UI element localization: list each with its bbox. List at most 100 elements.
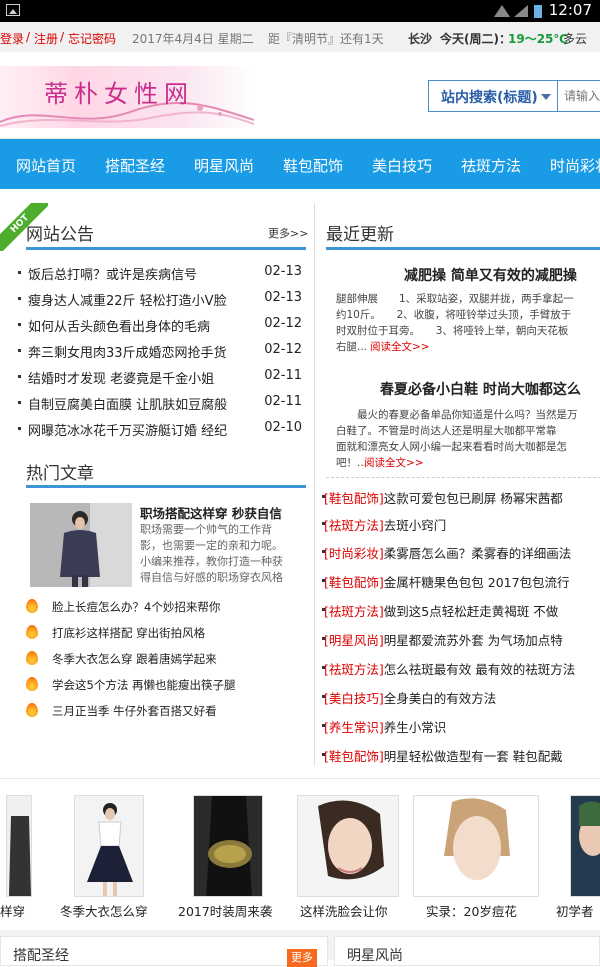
nav-item-celebrity[interactable]: 明星风尚 [194, 155, 254, 176]
latest-list-item[interactable]: [祛斑方法]做到这5点轻松赶走黄褐斑 不做 [322, 601, 600, 620]
gallery-caption[interactable]: 样穿 [0, 901, 25, 920]
latest-list-item[interactable]: [美白技巧]全身美白的有效方法 [322, 688, 600, 707]
notice-item[interactable]: 如何从舌头颜色看出身体的毛病 02-12 [18, 316, 302, 335]
flame-icon [26, 625, 38, 639]
main-nav: 网站首页 搭配圣经 明星风尚 鞋包配饰 美白技巧 祛斑方法 时尚彩妆 [0, 139, 600, 189]
search-type-select[interactable]: 站内搜索(标题) [428, 80, 558, 112]
clock: 12:07 [548, 1, 592, 19]
photo-gallery: 样穿 冬季大衣怎么穿 2017时装周来袭 这样洗脸会让你 实录：20岁痘花 初学… [0, 778, 600, 924]
article-line: 白鞋了。不管是时尚达人还是明星大咖都平常靠 [336, 425, 557, 437]
latest-list-item[interactable]: [祛斑方法]怎么祛斑最有效 最有效的祛斑方法 [322, 659, 600, 678]
separator: / [26, 30, 31, 44]
flame-icon [26, 703, 38, 717]
gallery-caption[interactable]: 这样洗脸会让你 [300, 901, 388, 920]
nav-item-outfit[interactable]: 搭配圣经 [105, 155, 165, 176]
latest-list-item[interactable]: [鞋包配饰]金属杆糖果色包包 2017包包流行 [322, 572, 600, 591]
section-divider [26, 247, 306, 250]
battery-icon [534, 5, 542, 18]
nav-item-bags[interactable]: 鞋包配饰 [283, 155, 343, 176]
gallery-caption[interactable]: 初学者 [556, 901, 594, 920]
nav-item-whitening[interactable]: 美白技巧 [372, 155, 432, 176]
read-more-link[interactable]: 阅读全文>> [364, 455, 424, 471]
notice-item[interactable]: 自制豆腐美白面膜 让肌肤如豆腐般 02-11 [18, 394, 302, 413]
notice-more-link[interactable]: 更多>> [268, 225, 308, 241]
notice-title: 网站公告 [26, 225, 94, 245]
gallery-image[interactable] [193, 795, 263, 897]
article-title[interactable]: 春夏必备小白鞋 时尚大咖都这么 [380, 379, 581, 399]
notice-item[interactable]: 瘦身达人减重22斤 轻松打造小V脸 02-13 [18, 290, 302, 309]
temperature: 19～25℃ [508, 32, 568, 46]
notice-item[interactable]: 网曝范冰冰花千万买游艇订婚 经纪 02-10 [18, 420, 302, 439]
flame-icon [26, 677, 38, 691]
article-title[interactable]: 减肥操 简单又有效的减肥操 [404, 265, 577, 285]
feature-title[interactable]: 职场搭配这样穿 秒获自信 [140, 503, 282, 522]
article-line: 右腿... [336, 341, 368, 353]
notice-item[interactable]: 奔三剩女甩肉33斤成婚恋网抢手货 02-12 [18, 342, 302, 361]
gallery-image[interactable] [6, 795, 32, 897]
bottom-sections: 搭配圣经 更多 明星风尚 [0, 930, 600, 967]
latest-list-item[interactable]: [明星风尚]明星都爱流苏外套 为气场加点特 [322, 630, 600, 649]
latest-list-item[interactable]: [祛斑方法]去斑小窍门 [322, 515, 600, 534]
chevron-down-icon [541, 94, 551, 100]
feature-line: 影，也需要一定的亲和力呢。 [140, 539, 283, 552]
gallery-image[interactable] [413, 795, 539, 897]
flame-icon [26, 651, 38, 665]
status-bar: 12:07 [0, 0, 600, 22]
signal-icon [514, 5, 528, 17]
city[interactable]: 长沙 [408, 30, 432, 47]
register-link[interactable]: 注册 [34, 30, 58, 47]
section-divider [26, 485, 306, 488]
feature-line: 得自信与好感的职场穿衣风格 [140, 571, 283, 584]
site-logo[interactable]: 蒂朴女性网 [0, 66, 254, 128]
celebrity-section-header: 明星风尚 [334, 936, 600, 966]
feature-line: 小编来推荐，教你打造一种获 [140, 555, 283, 568]
notice-item[interactable]: 结婚时才发现 老婆竟是千金小姐 02-11 [18, 368, 302, 387]
article-line: 面就和漂亮女人网小编一起来看看时尚大咖都是怎 [336, 441, 567, 453]
nav-item-home[interactable]: 网站首页 [16, 155, 76, 176]
search-input[interactable] [558, 80, 600, 112]
site-header: 蒂朴女性网 站内搜索(标题) [0, 52, 600, 139]
latest-list-item[interactable]: [鞋包配饰]这款可爱包包已刷屏 杨幂宋茜都 [322, 488, 600, 507]
gallery-caption[interactable]: 2017时装周来袭 [178, 901, 272, 920]
article-line: 腿部伸展 1、采取站姿，双腿并拢，两手拿起一 [336, 293, 574, 305]
nav-item-makeup[interactable]: 时尚彩妆 [550, 155, 600, 176]
section-title: 搭配圣经 [13, 948, 69, 964]
feature-image[interactable] [30, 503, 132, 587]
holiday-countdown: 距『清明节』还有1天 [268, 32, 384, 46]
read-more-link[interactable]: 阅读全文>> [370, 339, 430, 355]
hot-articles-title: 热门文章 [26, 464, 94, 484]
wifi-icon [494, 5, 510, 17]
gallery-image[interactable] [297, 795, 399, 897]
section-title: 明星风尚 [347, 948, 403, 964]
gallery-caption[interactable]: 冬季大衣怎么穿 [60, 901, 148, 920]
right-column: 最近更新 减肥操 简单又有效的减肥操 腿部伸展 1、采取站姿，双腿并拢，两手拿起… [316, 203, 600, 766]
left-column: HOT 网站公告 更多>> 饭后总打嗝？或许是疾病信号 02-13 瘦身达人减重2… [0, 203, 315, 766]
article-line: 时双肘位于耳旁。 3、将哑铃上举，朝向天花板 [336, 325, 569, 337]
latest-list-item[interactable]: [养生常识]养生小常识 [322, 717, 600, 736]
feature-line: 职场需要一个帅气的工作背 [140, 523, 272, 536]
gallery-caption[interactable]: 实录：20岁痘花 [426, 901, 517, 920]
weather-day: 今天(周二)： [440, 32, 511, 46]
article-line: 最火的春夏必备单品你知道是什么吗？当然是万 [336, 409, 578, 421]
latest-list-item[interactable]: [鞋包配饰]明星轻松做造型有一套 鞋包配戴 [322, 746, 600, 765]
woman-in-coat-photo [30, 503, 132, 587]
article-line: 约10斤。 2、收腹，将哑铃举过头顶，手臂放于 [336, 309, 572, 321]
more-button[interactable]: 更多 [287, 949, 317, 967]
forgot-password-link[interactable]: 忘记密码 [68, 30, 116, 47]
flame-icon [26, 599, 38, 613]
latest-title: 最近更新 [326, 225, 394, 245]
login-link[interactable]: 登录 [0, 30, 24, 47]
outfit-section-header: 搭配圣经 更多 [0, 936, 328, 967]
article-line: 吧！... [336, 457, 368, 469]
latest-list-item[interactable]: [时尚彩妆]柔雾唇怎么画？柔雾春的详细画法 [322, 543, 600, 562]
gallery-image[interactable] [570, 795, 600, 897]
image-icon [6, 4, 20, 16]
nav-item-freckle[interactable]: 祛斑方法 [461, 155, 521, 176]
gallery-image[interactable] [74, 795, 144, 897]
logo-text: 蒂朴女性网 [44, 80, 194, 108]
notice-item[interactable]: 饭后总打嗝？或许是疾病信号 02-13 [18, 264, 302, 283]
weather-condition: 多云 [563, 32, 588, 46]
top-bar: 登录 / 注册 / 忘记密码 2017年4月4日 星期二 距『清明节』还有1天 … [0, 22, 600, 52]
section-divider [326, 247, 600, 250]
separator: / [60, 30, 65, 44]
